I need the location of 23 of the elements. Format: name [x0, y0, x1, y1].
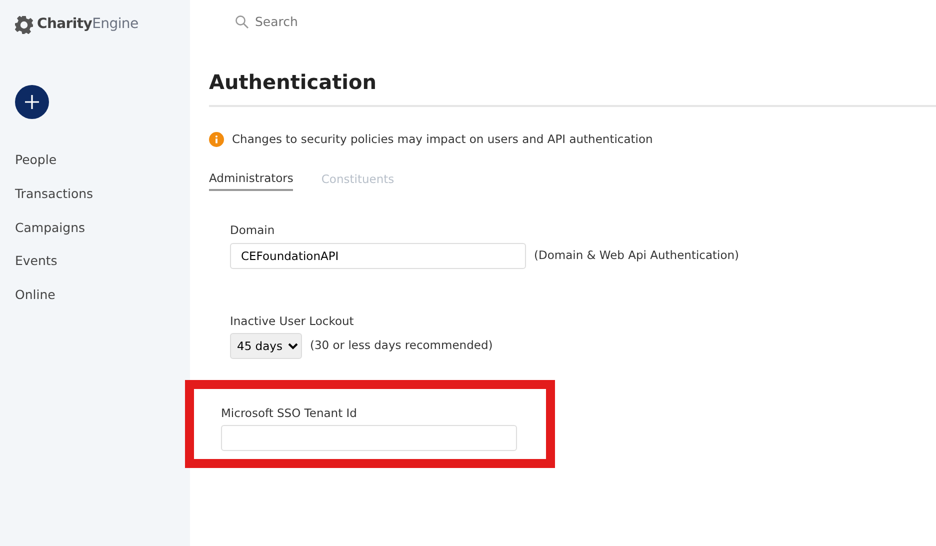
input-field[interactable]: CEFoundationAPI [230, 242, 526, 268]
sidebar-item[interactable]: Events [15, 252, 175, 271]
page-title: Authentication [209, 66, 936, 107]
tab[interactable]: Administrators [209, 170, 294, 192]
sidebar-item[interactable]: Campaigns [15, 218, 175, 238]
sidebar-item[interactable]: Transactions [15, 184, 175, 204]
add-button[interactable] [15, 85, 49, 119]
search-icon [235, 15, 249, 30]
info-icon [209, 132, 224, 147]
search-field[interactable]: Search [253, 12, 413, 33]
field-label: Domain [230, 222, 276, 240]
field-label: Microsoft SSO Tenant Id [221, 404, 358, 422]
logo-text: CharityEngine [37, 15, 138, 34]
sidebar-item[interactable]: Online [15, 286, 175, 305]
sidebar-item[interactable]: People [15, 151, 175, 170]
plus-icon [24, 94, 40, 110]
field-hint: (Domain & Web Api Authentication) [534, 246, 740, 264]
input-field[interactable] [221, 425, 517, 451]
field-hint: (30 or less days recommended) [310, 337, 493, 354]
field-label: Inactive User Lockout [230, 312, 355, 330]
gear-icon [15, 16, 33, 34]
lockout-dropdown[interactable]: 45 days [230, 332, 302, 359]
notice-text: Changes to security policies may impact on users and API authentication [232, 130, 653, 148]
